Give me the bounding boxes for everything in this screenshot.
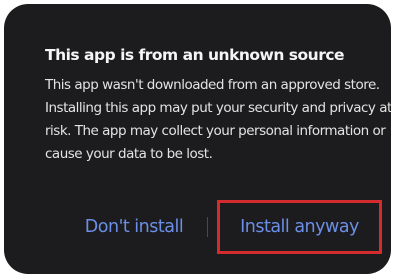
dont-install-button[interactable]: Don't install (64, 200, 204, 254)
button-divider (207, 217, 208, 237)
install-anyway-button[interactable]: Install anyway (217, 200, 382, 254)
dialog-actions: Don't install Install anyway (4, 200, 391, 254)
unknown-source-dialog: This app is from an unknown source This … (4, 4, 391, 274)
dialog-message: This app wasn't downloaded from an appro… (45, 77, 391, 162)
dialog-title: This app is from an unknown source (45, 46, 345, 64)
